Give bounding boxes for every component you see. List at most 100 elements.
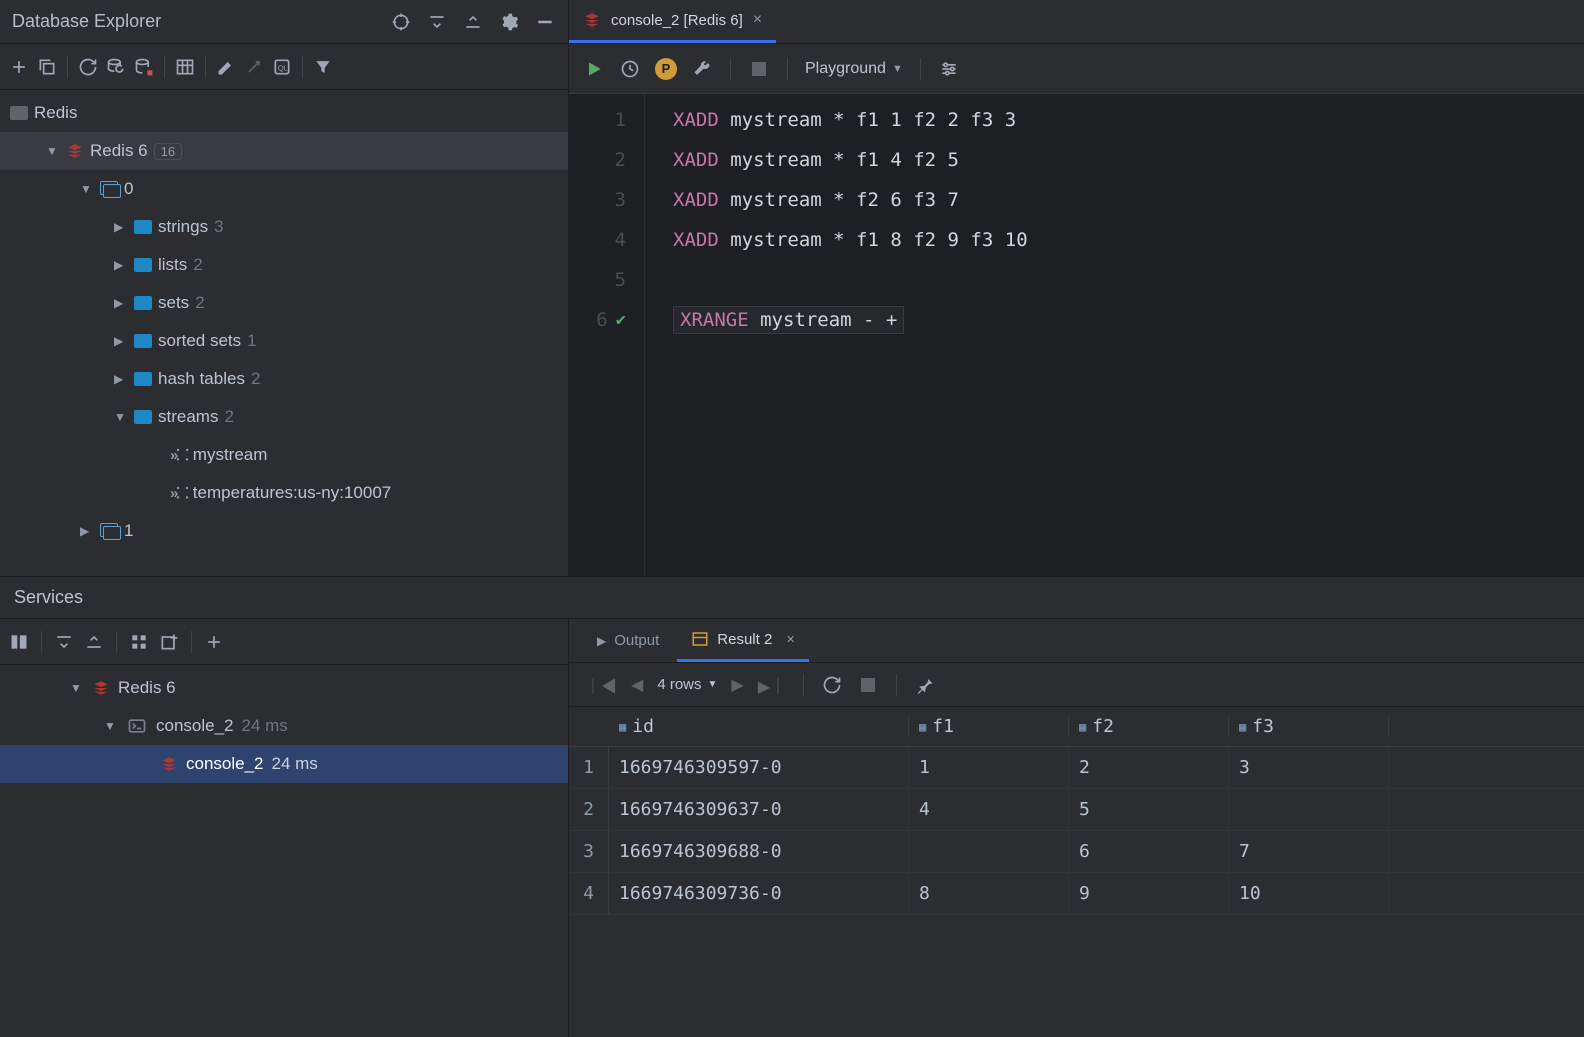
table-cell[interactable]: 5 <box>1069 789 1229 830</box>
db-toolbar: QL <box>0 44 568 90</box>
output-tab[interactable]: ▶ Output <box>583 619 673 662</box>
redis-icon <box>583 11 601 29</box>
rows-count-dropdown[interactable]: 4 rows ▼ <box>657 676 717 693</box>
db-stop-icon[interactable] <box>133 56 155 78</box>
pin-icon[interactable] <box>914 674 936 696</box>
tree-folder-sets[interactable]: ▶ sets 2 <box>0 284 568 322</box>
services-console-item[interactable]: console_2 24 ms <box>0 745 568 783</box>
playground-dropdown[interactable]: Playground ▼ <box>805 60 903 78</box>
stop-button[interactable] <box>748 58 770 80</box>
database-icon <box>100 181 118 197</box>
run-button[interactable] <box>583 58 605 80</box>
close-icon[interactable]: × <box>753 11 762 29</box>
history-icon[interactable] <box>619 58 641 80</box>
layout-icon[interactable] <box>8 631 30 653</box>
next-page-icon[interactable]: ▶ <box>731 675 743 695</box>
table-cell[interactable]: 9 <box>1069 873 1229 914</box>
settings-grid-icon[interactable] <box>938 58 960 80</box>
chevron-down-icon: ▼ <box>708 679 718 690</box>
services-tree[interactable]: ▼ Redis 6 ▼ console_2 24 ms console_2 24… <box>0 665 568 1037</box>
table-cell[interactable]: 1669746309597-0 <box>609 747 909 788</box>
table-cell[interactable]: 1669746309736-0 <box>609 873 909 914</box>
table-cell[interactable] <box>909 831 1069 872</box>
add-icon[interactable] <box>203 631 225 653</box>
table-cell[interactable]: 3 <box>1229 747 1389 788</box>
close-icon[interactable]: × <box>786 631 795 648</box>
tree-folder-hash-tables[interactable]: ▶ hash tables 2 <box>0 360 568 398</box>
column-header-id[interactable]: ▦id <box>609 716 909 737</box>
table-cell[interactable]: 10 <box>1229 873 1389 914</box>
edit-icon[interactable] <box>215 56 237 78</box>
tree-db1[interactable]: ▶ 1 <box>0 512 568 550</box>
tree-redis6[interactable]: ▼ Redis 6 16 <box>0 132 568 170</box>
table-header: ▦id ▦f1 ▦f2 ▦f3 <box>569 707 1584 747</box>
code-editor[interactable]: 1 2 3 4 5 6✔ XADD mystream * f1 1 f2 2 f… <box>569 94 1584 576</box>
column-header-f1[interactable]: ▦f1 <box>909 716 1069 737</box>
pending-badge[interactable]: P <box>655 58 677 80</box>
last-page-icon[interactable]: ▶｜ <box>758 673 786 697</box>
diagonal-icon[interactable] <box>243 56 265 78</box>
services-console-group[interactable]: ▼ console_2 24 ms <box>0 707 568 745</box>
table-cell[interactable]: 1 <box>569 747 609 788</box>
table-row[interactable]: 31669746309688-0 67 <box>569 831 1584 873</box>
table-cell[interactable]: 2 <box>569 789 609 830</box>
target-icon[interactable] <box>390 11 412 33</box>
table-cell[interactable]: 8 <box>909 873 1069 914</box>
minimize-icon[interactable] <box>534 11 556 33</box>
db-refresh-icon[interactable] <box>105 56 127 78</box>
expand-all-icon[interactable] <box>426 11 448 33</box>
collapse-all-icon[interactable] <box>83 631 105 653</box>
table-cell[interactable]: 4 <box>569 873 609 914</box>
tree-db0[interactable]: ▼ 0 <box>0 170 568 208</box>
table-row[interactable]: 11669746309597-0123 <box>569 747 1584 789</box>
tree-stream-temperatures[interactable]: »⸬ temperatures:us-ny:10007 <box>0 474 568 512</box>
editor-tab-console2[interactable]: console_2 [Redis 6] × <box>569 0 776 43</box>
first-page-icon[interactable]: ｜◀ <box>585 673 617 697</box>
redis-icon <box>160 755 178 773</box>
grid-icon[interactable] <box>128 631 150 653</box>
stop-icon[interactable] <box>857 674 879 696</box>
column-header-f2[interactable]: ▦f2 <box>1069 716 1229 737</box>
copy-icon[interactable] <box>36 56 58 78</box>
table-cell[interactable]: 3 <box>569 831 609 872</box>
wrench-icon[interactable] <box>691 58 713 80</box>
prev-page-icon[interactable]: ◀ <box>631 675 643 695</box>
table-icon[interactable] <box>174 56 196 78</box>
folder-icon <box>134 220 152 234</box>
count-badge: 16 <box>154 143 182 160</box>
table-cell[interactable]: 1669746309688-0 <box>609 831 909 872</box>
tree-folder-strings[interactable]: ▶ strings 3 <box>0 208 568 246</box>
services-panel: Services ▼ Redis 6 <box>0 576 1584 1037</box>
expand-all-icon[interactable] <box>53 631 75 653</box>
services-redis6[interactable]: ▼ Redis 6 <box>0 669 568 707</box>
query-console-icon[interactable]: QL <box>271 56 293 78</box>
tree-folder-streams[interactable]: ▼ streams 2 <box>0 398 568 436</box>
table-cell[interactable]: 6 <box>1069 831 1229 872</box>
table-cell[interactable] <box>1229 789 1389 830</box>
result-table[interactable]: ▦id ▦f1 ▦f2 ▦f3 11669746309597-012321669… <box>569 707 1584 1037</box>
table-cell[interactable]: 2 <box>1069 747 1229 788</box>
database-tree[interactable]: Redis ▼ Redis 6 16 ▼ 0 ▶ strings 3 ▶ <box>0 90 568 576</box>
tree-root-redis[interactable]: Redis <box>0 94 568 132</box>
code-body[interactable]: XADD mystream * f1 1 f2 2 f3 3 XADD myst… <box>645 94 1584 576</box>
add-icon[interactable] <box>8 56 30 78</box>
chevron-right-icon: ▶ <box>114 334 128 348</box>
database-icon <box>100 523 118 539</box>
table-row[interactable]: 21669746309637-045 <box>569 789 1584 831</box>
column-header-f3[interactable]: ▦f3 <box>1229 716 1389 737</box>
tree-stream-mystream[interactable]: »⸬ mystream <box>0 436 568 474</box>
tree-folder-lists[interactable]: ▶ lists 2 <box>0 246 568 284</box>
gear-icon[interactable] <box>498 11 520 33</box>
result-tab[interactable]: Result 2 × <box>677 619 809 662</box>
table-cell[interactable]: 4 <box>909 789 1069 830</box>
filter-icon[interactable] <box>312 56 334 78</box>
reload-icon[interactable] <box>821 674 843 696</box>
new-tab-icon[interactable] <box>158 631 180 653</box>
refresh-icon[interactable] <box>77 56 99 78</box>
table-cell[interactable]: 1669746309637-0 <box>609 789 909 830</box>
table-cell[interactable]: 7 <box>1229 831 1389 872</box>
tree-folder-sorted-sets[interactable]: ▶ sorted sets 1 <box>0 322 568 360</box>
table-row[interactable]: 41669746309736-08910 <box>569 873 1584 915</box>
table-cell[interactable]: 1 <box>909 747 1069 788</box>
collapse-all-icon[interactable] <box>462 11 484 33</box>
